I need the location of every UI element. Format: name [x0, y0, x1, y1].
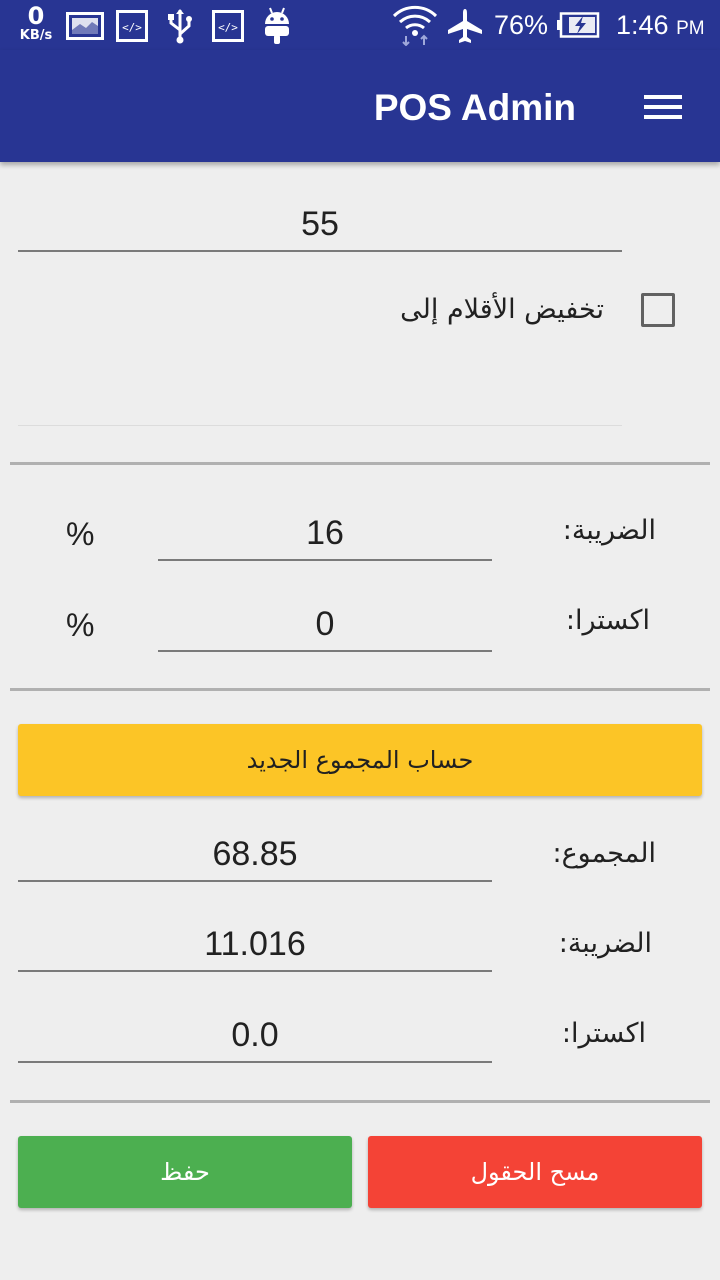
hamburger-icon — [644, 95, 682, 99]
network-speed: 0 KB/s — [14, 4, 58, 42]
empty-field-underline — [18, 425, 622, 426]
section-divider — [10, 462, 710, 465]
save-button[interactable]: حفظ — [18, 1136, 352, 1208]
code-icon: </> — [116, 10, 148, 42]
calculate-total-button[interactable]: حساب المجموع الجديد — [18, 724, 702, 796]
hamburger-icon-line — [644, 115, 682, 119]
app-title: POS Admin — [373, 87, 576, 128]
airplane-mode-icon — [448, 9, 482, 43]
clock-ampm: PM — [676, 18, 705, 39]
clock-time: 1:46 — [616, 10, 669, 40]
extra-amount-label: اكسترا: — [561, 1018, 646, 1049]
discount-checkbox-label: تخفيض الأقلام إلى — [400, 294, 604, 325]
extra-rate-input[interactable]: 0 — [158, 604, 492, 652]
battery-charging-icon — [557, 12, 600, 38]
gallery-icon — [66, 12, 104, 40]
wifi-icon — [392, 5, 438, 46]
discount-input[interactable]: 55 — [18, 204, 622, 252]
tax-percent-sign: % — [66, 516, 95, 552]
status-bar: 0 KB/s </> </> 76% 1:46 PM — [0, 0, 720, 50]
clock: 1:46 PM — [616, 10, 705, 44]
section-divider — [10, 688, 710, 691]
svg-text:</>: </> — [122, 21, 142, 34]
total-label: المجموع: — [552, 838, 656, 869]
total-output[interactable]: 68.85 — [18, 834, 492, 882]
clear-fields-button[interactable]: مسح الحقول — [368, 1136, 702, 1208]
tax-amount-label: الضريبة: — [558, 928, 652, 959]
android-icon — [265, 7, 289, 44]
tax-amount-output[interactable]: 11.016 — [18, 924, 492, 972]
usb-icon — [168, 9, 192, 44]
tax-rate-label: الضريبة: — [562, 515, 656, 546]
hamburger-icon-line — [644, 105, 682, 109]
battery-percent: 76% — [494, 10, 549, 40]
svg-text:</>: </> — [218, 21, 238, 34]
menu-button[interactable] — [634, 84, 694, 130]
extra-amount-output[interactable]: 0.0 — [18, 1015, 492, 1063]
app-bar: POS Admin — [0, 50, 720, 162]
section-divider — [10, 1100, 710, 1103]
network-speed-unit: KB/s — [19, 28, 53, 43]
tax-rate-input[interactable]: 16 — [158, 513, 492, 561]
extra-percent-sign: % — [66, 607, 95, 643]
network-speed-value: 0 — [27, 2, 45, 30]
discount-checkbox[interactable] — [641, 293, 675, 327]
extra-rate-label: اكسترا: — [565, 605, 650, 636]
code-icon: </> — [212, 10, 244, 42]
